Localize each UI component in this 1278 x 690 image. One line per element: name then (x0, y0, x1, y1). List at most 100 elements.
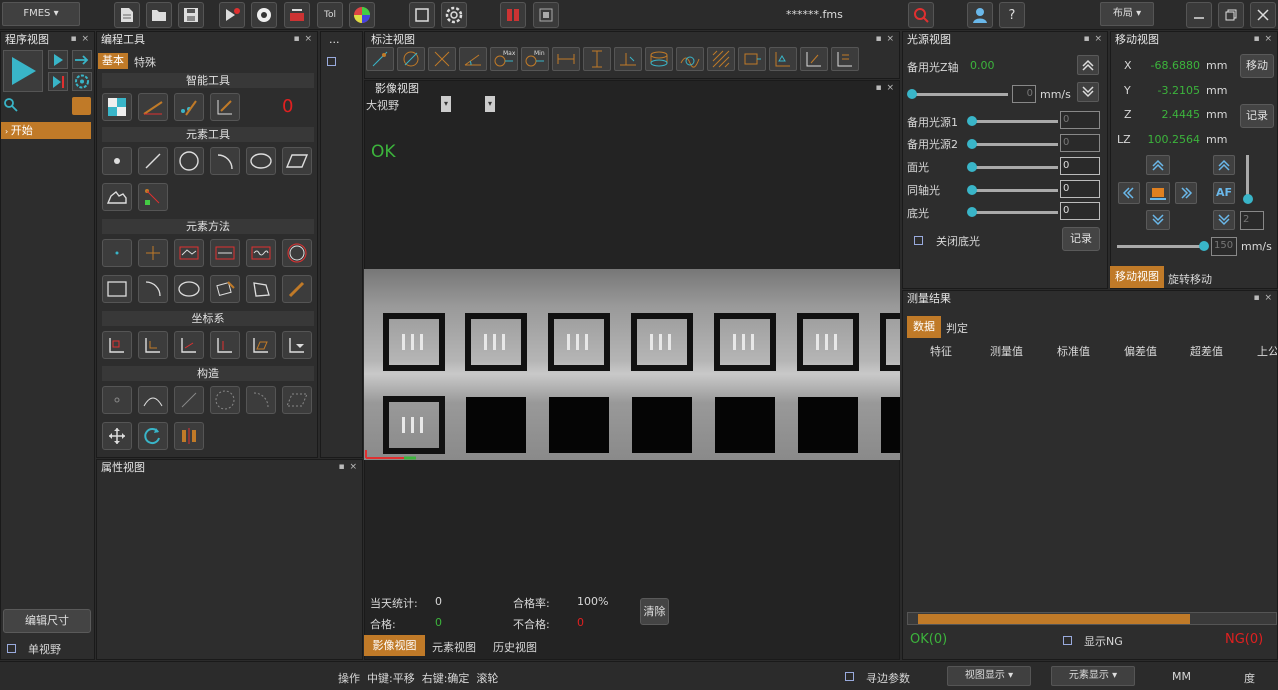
show-ng-checkbox[interactable] (1063, 636, 1072, 645)
light-source-1-input[interactable]: 0 (1060, 111, 1100, 129)
z-speed-vertical-knob[interactable] (1243, 194, 1253, 204)
autofocus-button[interactable]: AF (1213, 182, 1235, 204)
z-up-button[interactable] (1077, 55, 1099, 75)
auto-element-tool-icon[interactable] (138, 183, 168, 211)
smart-points-tool-icon[interactable] (174, 93, 204, 121)
dim-max-icon[interactable]: Max (490, 47, 518, 71)
close-icon[interactable] (1250, 2, 1276, 28)
pin-icon[interactable]: ▪ × (1253, 34, 1273, 44)
dim-coord-2-icon[interactable] (831, 47, 859, 71)
window-icon[interactable] (533, 2, 559, 28)
tab-image-view[interactable]: 影像视图 (364, 635, 425, 656)
help-icon[interactable]: ? (999, 2, 1025, 28)
dim-box-measure-icon[interactable] (738, 47, 766, 71)
tab-element-view[interactable]: 元素视图 (432, 639, 476, 655)
parallelogram-tool-icon[interactable] (282, 147, 312, 175)
settings-gear-icon[interactable] (441, 2, 467, 28)
pin-icon[interactable]: ▪ × (875, 83, 895, 93)
layout-menu[interactable]: 布局 ▾ (1100, 2, 1154, 26)
method-rotated-rect-icon[interactable] (210, 275, 240, 303)
new-file-icon[interactable] (114, 2, 140, 28)
dim-angle-icon[interactable] (428, 47, 456, 71)
run-record-icon[interactable] (219, 2, 245, 28)
dim-perpendicular-icon[interactable] (614, 47, 642, 71)
clear-stats-button[interactable]: 清除 (640, 598, 669, 625)
single-view-checkbox[interactable] (7, 644, 16, 653)
coaxial-light-knob[interactable] (967, 185, 977, 195)
coaxial-light-track[interactable] (970, 189, 1058, 192)
coord-system-3-icon[interactable] (174, 331, 204, 359)
construct-rect-icon[interactable] (282, 386, 312, 414)
dim-horizontal-icon[interactable] (552, 47, 580, 71)
z-jog-down-button[interactable] (1213, 210, 1235, 230)
view-select[interactable]: 大视野 (366, 97, 399, 113)
z-speed-slider-track[interactable] (910, 93, 1008, 96)
rotate-icon[interactable] (138, 422, 168, 450)
dim-coord-1-icon[interactable] (800, 47, 828, 71)
method-profile-icon[interactable] (174, 239, 204, 267)
point-tool-icon[interactable] (102, 147, 132, 175)
jog-down-button[interactable] (1146, 210, 1170, 230)
pin-icon[interactable]: ▪ × (293, 34, 313, 44)
line-tool-icon[interactable] (138, 147, 168, 175)
light-source-1-knob[interactable] (967, 116, 977, 126)
jog-left-button[interactable] (1118, 182, 1140, 204)
unit-degree[interactable]: 度 (1244, 670, 1255, 686)
light-source-2-knob[interactable] (967, 139, 977, 149)
cloud-tool-icon[interactable] (102, 183, 132, 211)
tab-special[interactable]: 特殊 (134, 54, 156, 70)
camera-image[interactable] (364, 269, 900, 460)
results-scrollbar-thumb[interactable] (918, 614, 1190, 624)
run-button[interactable] (3, 50, 43, 92)
dim-vertical-icon[interactable] (583, 47, 611, 71)
tab-basic[interactable]: 基本 (98, 53, 128, 69)
app-menu[interactable]: FMES ▾ (2, 2, 80, 26)
open-folder-icon[interactable] (146, 2, 172, 28)
dim-profile-icon[interactable] (676, 47, 704, 71)
z-speed-input[interactable]: 0 (1012, 85, 1036, 103)
ellipse-tool-icon[interactable] (246, 147, 276, 175)
tree-item-start[interactable]: › 开始 (1, 122, 91, 139)
z-speed-slider-knob[interactable] (907, 89, 917, 99)
dim-min-icon[interactable]: Min (521, 47, 549, 71)
color-wheel-icon[interactable] (349, 2, 375, 28)
move-record-button[interactable]: 记录 (1240, 104, 1274, 128)
method-rect-icon[interactable] (102, 275, 132, 303)
tab-history-view[interactable]: 历史视图 (493, 639, 537, 655)
method-width-icon[interactable] (210, 239, 240, 267)
surface-light-track[interactable] (970, 166, 1058, 169)
view-select-dropdown-icon[interactable]: ▾ (441, 96, 451, 112)
tab-judgement[interactable]: 判定 (946, 320, 968, 336)
light-record-button[interactable]: 记录 (1062, 227, 1100, 251)
user-icon[interactable] (967, 2, 993, 28)
lens-icon[interactable] (251, 2, 277, 28)
surface-light-knob[interactable] (967, 162, 977, 172)
pin-icon[interactable]: ▪ × (70, 34, 90, 44)
z-down-button[interactable] (1077, 82, 1099, 102)
tab-rotate-move[interactable]: 旋转移动 (1168, 271, 1212, 287)
bottom-light-input[interactable]: 0 (1060, 202, 1100, 220)
circle-tool-icon[interactable] (174, 147, 204, 175)
pin-icon[interactable]: ▪ × (338, 462, 358, 472)
move-button[interactable]: 移动 (1240, 54, 1274, 78)
element-display-dropdown[interactable]: 元素显示 ▾ (1051, 666, 1135, 686)
close-bottom-light-checkbox[interactable] (914, 236, 923, 245)
construct-arc-icon[interactable] (246, 386, 276, 414)
unit-mm[interactable]: MM (1172, 670, 1191, 683)
construct-point-icon[interactable] (102, 386, 132, 414)
cycle-gear-icon[interactable] (72, 72, 92, 91)
method-point-icon[interactable] (102, 239, 132, 267)
restore-icon[interactable] (1218, 2, 1244, 28)
jog-up-button[interactable] (1146, 155, 1170, 175)
method-circle-icon[interactable] (282, 239, 312, 267)
method-arc-icon[interactable] (138, 275, 168, 303)
step-input[interactable]: 2 (1240, 211, 1264, 230)
coord-system-2-icon[interactable] (138, 331, 168, 359)
edit-size-button[interactable]: 编辑尺寸 (3, 609, 91, 633)
step-run-icon[interactable] (48, 50, 68, 69)
jog-center-button[interactable] (1146, 182, 1170, 204)
arc-tool-icon[interactable] (210, 147, 240, 175)
coord-system-1-icon[interactable] (102, 331, 132, 359)
small-panel-checkbox[interactable] (327, 57, 336, 66)
split-view-icon[interactable] (500, 2, 526, 28)
